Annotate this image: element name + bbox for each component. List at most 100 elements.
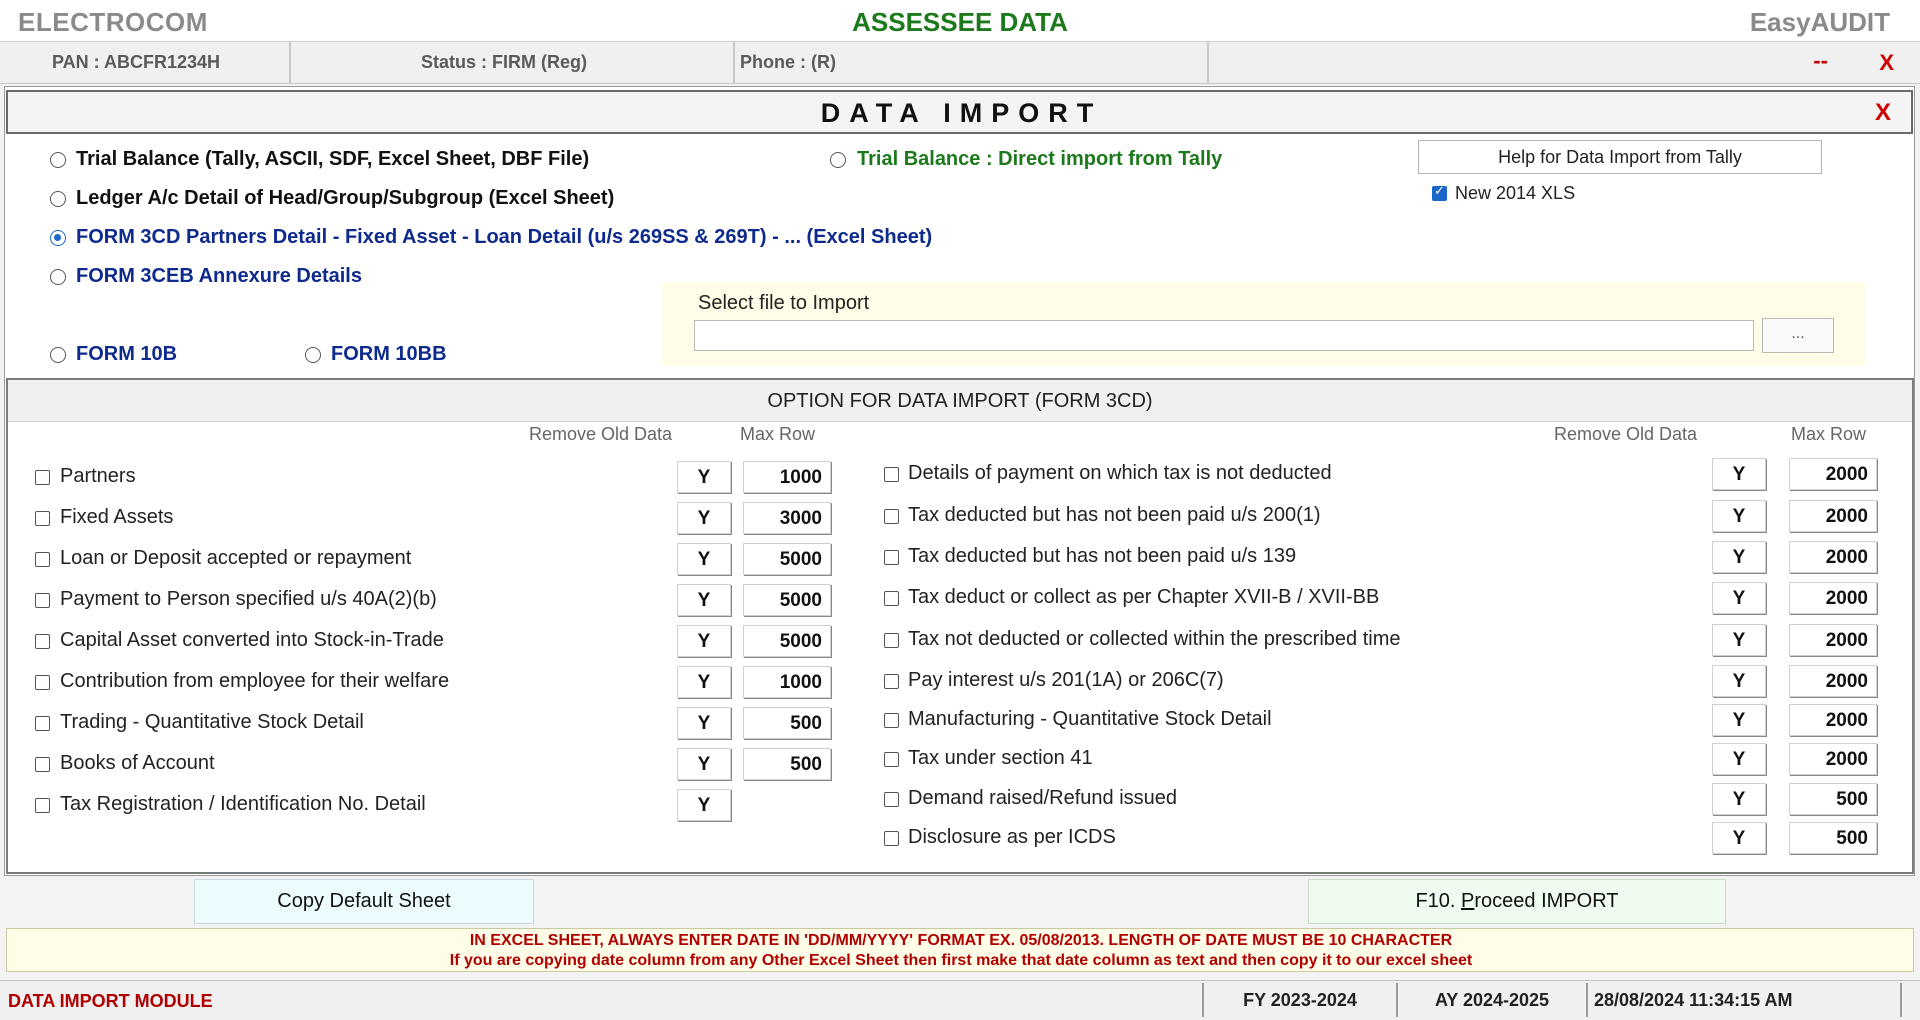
remove-old-data-toggle[interactable]: Y — [1712, 541, 1766, 573]
option-label: Payment to Person specified u/s 40A(2)(b… — [60, 588, 437, 610]
label-trial-balance[interactable]: Trial Balance (Tally, ASCII, SDF, Excel … — [76, 148, 589, 171]
option-checkbox[interactable] — [35, 634, 50, 649]
max-row-field[interactable]: 500 — [1789, 822, 1877, 854]
option-label: Tax under section 41 — [908, 747, 1093, 769]
option-checkbox[interactable] — [884, 752, 899, 767]
max-row-field[interactable]: 1000 — [743, 461, 831, 493]
radio-trial-balance-tally[interactable] — [830, 152, 846, 168]
window-title: ASSESSEE DATA — [852, 7, 1068, 37]
new-2014-xls-checkbox[interactable] — [1432, 183, 1447, 201]
left-remove-old-data-header: Remove Old Data — [529, 424, 673, 444]
option-label: Tax deducted but has not been paid u/s 1… — [908, 545, 1297, 567]
radio-ledger[interactable] — [50, 191, 66, 207]
radio-form10bb[interactable] — [305, 347, 321, 363]
datetime-indicator: 28/08/2024 11:34:15 AM — [1586, 983, 1902, 1017]
label-trial-balance-tally[interactable]: Trial Balance : Direct import from Tally — [857, 148, 1222, 171]
option-checkbox[interactable] — [884, 467, 899, 482]
option-checkbox[interactable] — [884, 674, 899, 689]
option-label: Tax Registration / Identification No. De… — [60, 793, 426, 815]
remove-old-data-toggle[interactable]: Y — [1712, 665, 1766, 697]
remove-old-data-toggle[interactable]: Y — [1712, 822, 1766, 854]
remove-old-data-toggle[interactable]: Y — [1712, 783, 1766, 815]
option-checkbox[interactable] — [884, 633, 899, 648]
option-checkbox[interactable] — [884, 713, 899, 728]
max-row-field[interactable]: 2000 — [1789, 541, 1877, 573]
close-window-button[interactable]: X — [1879, 50, 1894, 76]
max-row-field[interactable]: 500 — [743, 707, 831, 739]
option-checkbox[interactable] — [884, 509, 899, 524]
remove-old-data-toggle[interactable]: Y — [677, 625, 731, 657]
remove-old-data-toggle[interactable]: Y — [1712, 458, 1766, 490]
radio-form3ceb[interactable] — [50, 269, 66, 285]
max-row-field[interactable]: 5000 — [743, 543, 831, 575]
option-label: Demand raised/Refund issued — [908, 787, 1178, 809]
option-checkbox[interactable] — [35, 552, 50, 567]
max-row-field[interactable]: 2000 — [1789, 458, 1877, 490]
remove-old-data-toggle[interactable]: Y — [1712, 624, 1766, 656]
proceed-import-button[interactable]: F10. Proceed IMPORT — [1308, 879, 1726, 924]
label-form10bb[interactable]: FORM 10BB — [331, 343, 447, 366]
close-panel-button[interactable]: X — [1875, 99, 1891, 127]
max-row-field[interactable]: 3000 — [743, 502, 831, 534]
option-label: Details of payment on which tax is not d… — [908, 462, 1332, 484]
max-row-field[interactable]: 2000 — [1789, 665, 1877, 697]
option-label: Tax deduct or collect as per Chapter XVI… — [908, 586, 1380, 608]
radio-trial-balance[interactable] — [50, 152, 66, 168]
remove-old-data-toggle[interactable]: Y — [1712, 743, 1766, 775]
remove-old-data-toggle[interactable]: Y — [677, 748, 731, 780]
option-label: Tax not deducted or collected within the… — [908, 628, 1401, 650]
new-2014-xls-label: New 2014 XLS — [1455, 183, 1576, 203]
option-checkbox[interactable] — [35, 757, 50, 772]
remove-old-data-toggle[interactable]: Y — [1712, 704, 1766, 736]
remove-old-data-toggle[interactable]: Y — [1712, 500, 1766, 532]
option-label: Pay interest u/s 201(1A) or 206C(7) — [908, 669, 1224, 691]
right-max-row-header: Max Row — [1791, 424, 1867, 444]
max-row-field[interactable]: 2000 — [1789, 500, 1877, 532]
remove-old-data-toggle[interactable]: Y — [677, 707, 731, 739]
file-path-input[interactable] — [694, 320, 1754, 351]
label-ledger[interactable]: Ledger A/c Detail of Head/Group/Subgroup… — [76, 187, 614, 210]
option-label: Disclosure as per ICDS — [908, 826, 1116, 848]
remove-old-data-toggle[interactable]: Y — [677, 543, 731, 575]
remove-old-data-toggle[interactable]: Y — [677, 461, 731, 493]
status-bar: DATA IMPORT MODULE FY 2023-2024 AY 2024-… — [0, 980, 1920, 1020]
max-row-field[interactable]: 500 — [1789, 783, 1877, 815]
option-checkbox[interactable] — [884, 792, 899, 807]
max-row-field[interactable]: 2000 — [1789, 582, 1877, 614]
minimize-button[interactable]: -- — [1813, 48, 1828, 74]
option-checkbox[interactable] — [35, 716, 50, 731]
max-row-field[interactable]: 500 — [743, 748, 831, 780]
option-checkbox[interactable] — [35, 511, 50, 526]
browse-button[interactable]: ... — [1762, 318, 1834, 353]
max-row-field[interactable]: 2000 — [1789, 704, 1877, 736]
option-checkbox[interactable] — [35, 470, 50, 485]
max-row-field[interactable]: 5000 — [743, 625, 831, 657]
max-row-field[interactable]: 1000 — [743, 666, 831, 698]
date-format-note: IN EXCEL SHEET, ALWAYS ENTER DATE IN 'DD… — [6, 928, 1914, 972]
help-tally-import-button[interactable]: Help for Data Import from Tally — [1418, 140, 1822, 174]
option-label: Tax deducted but has not been paid u/s 2… — [908, 504, 1321, 526]
remove-old-data-toggle[interactable]: Y — [677, 584, 731, 616]
option-checkbox[interactable] — [884, 831, 899, 846]
option-checkbox[interactable] — [35, 798, 50, 813]
option-label: Fixed Assets — [60, 506, 174, 528]
radio-form3cd[interactable] — [50, 230, 66, 246]
max-row-field[interactable]: 2000 — [1789, 743, 1877, 775]
remove-old-data-toggle[interactable]: Y — [677, 666, 731, 698]
option-checkbox[interactable] — [35, 675, 50, 690]
max-row-field[interactable]: 5000 — [743, 584, 831, 616]
label-form10b[interactable]: FORM 10B — [76, 343, 177, 366]
option-checkbox[interactable] — [884, 550, 899, 565]
label-form3ceb[interactable]: FORM 3CEB Annexure Details — [76, 265, 362, 288]
radio-form10b[interactable] — [50, 347, 66, 363]
remove-old-data-toggle[interactable]: Y — [677, 502, 731, 534]
pan-field: PAN : ABCFR1234H — [0, 42, 291, 84]
option-checkbox[interactable] — [884, 591, 899, 606]
copy-default-sheet-button[interactable]: Copy Default Sheet — [194, 879, 534, 924]
max-row-field[interactable]: 2000 — [1789, 624, 1877, 656]
option-checkbox[interactable] — [35, 593, 50, 608]
proceed-rest: roceed IMPORT — [1474, 890, 1619, 912]
remove-old-data-toggle[interactable]: Y — [677, 789, 731, 821]
label-form3cd[interactable]: FORM 3CD Partners Detail - Fixed Asset -… — [76, 226, 932, 249]
remove-old-data-toggle[interactable]: Y — [1712, 582, 1766, 614]
